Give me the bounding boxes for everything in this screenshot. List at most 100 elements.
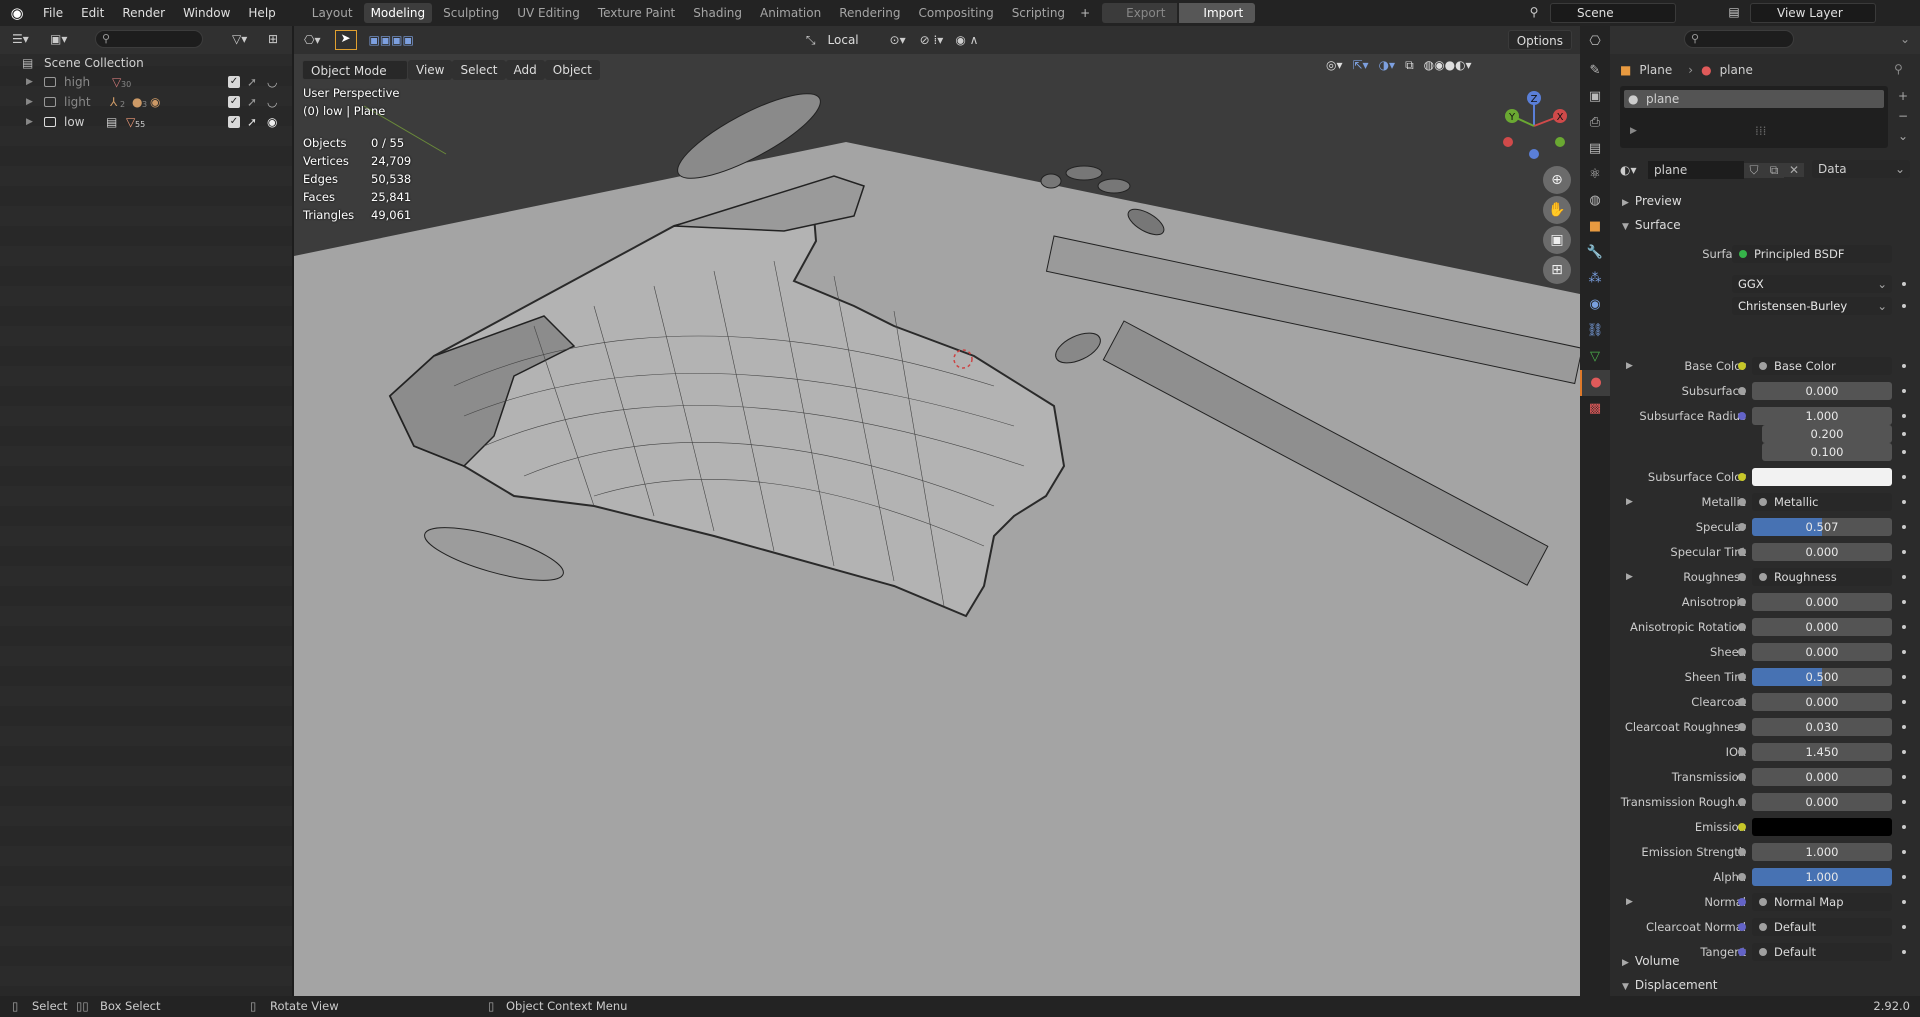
socket-dot-icon[interactable] [1738,498,1746,506]
menu-file[interactable]: File [34,0,72,26]
collection-row-low[interactable]: ▶ low ▤ ▽ 55 ✓ ➚ ◉ [0,112,292,132]
numeric-slider[interactable]: 1.000 [1752,868,1892,886]
socket-dot-icon[interactable] [1738,748,1746,756]
material-slot-list[interactable]: ● plane ▶ ⁞⁞⁞ [1620,86,1888,148]
socket-dot-icon[interactable] [1738,698,1746,706]
socket-dot-icon[interactable] [1738,573,1746,581]
tab-texture-paint[interactable]: Texture Paint [591,3,682,23]
socket-dot-icon[interactable] [1738,923,1746,931]
menu-help[interactable]: Help [239,0,284,26]
socket-dot-icon[interactable] [1738,598,1746,606]
outliner-search-input[interactable]: ⚲ [95,30,203,48]
numeric-slider[interactable]: 1.450 [1752,743,1892,761]
texture-tab-icon[interactable]: ▩ [1580,396,1610,422]
modifier-tab-icon[interactable]: 🔧 [1580,240,1610,266]
keyframe-dot[interactable] [1902,525,1906,529]
numeric-slider[interactable]: 0.000 [1752,618,1892,636]
socket-dot-icon[interactable] [1738,848,1746,856]
keyframe-dot[interactable] [1902,475,1906,479]
visibility-icon[interactable]: ◎▾ [1326,58,1343,73]
tab-sculpting[interactable]: Sculpting [436,3,506,23]
numeric-slider[interactable]: 0.000 [1752,693,1892,711]
transform-orientation-icon[interactable]: ⤡ [806,33,816,48]
menu-edit[interactable]: Edit [72,0,113,26]
socket-dot-icon[interactable] [1738,523,1746,531]
panel-surface[interactable]: ▼ Surface [1610,214,1920,236]
xray-icon[interactable]: ⧉ [1405,58,1414,73]
numeric-slider[interactable]: 0.200 [1762,425,1892,443]
socket-dot-icon[interactable] [1738,648,1746,656]
exclude-checkbox[interactable]: ✓ [228,76,240,88]
keyframe-dot[interactable] [1902,775,1906,779]
keyframe-dot[interactable] [1902,500,1906,504]
slot-menu-icon[interactable]: ⌄ [1894,126,1912,146]
tab-modeling[interactable]: Modeling [363,3,433,23]
scene-collection-row[interactable]: ▤ Scene Collection [0,54,292,72]
overlay-toggle-icon[interactable]: ◑▾ [1379,58,1396,73]
keyframe-dot[interactable] [1902,450,1906,454]
gizmo-toggle-icon[interactable]: ⇱▾ [1353,58,1369,73]
keyframe-dot[interactable] [1902,600,1906,604]
menu-window[interactable]: Window [174,0,239,26]
tab-compositing[interactable]: Compositing [911,3,1000,23]
exclude-checkbox[interactable]: ✓ [228,116,240,128]
keyframe-dot[interactable] [1902,282,1906,286]
view-layer-selector[interactable]: View Layer [1750,3,1876,23]
socket-dot-icon[interactable] [1738,548,1746,556]
add-slot-icon[interactable]: + [1894,86,1912,106]
keyframe-dot[interactable] [1902,432,1906,436]
numeric-slider[interactable]: 1.000 [1752,843,1892,861]
keyframe-dot[interactable] [1902,389,1906,393]
numeric-slider[interactable]: 0.000 [1752,593,1892,611]
socket-dot-icon[interactable] [1738,773,1746,781]
collection-row-high[interactable]: ▶ high ▽ 30 ✓ ➚ ◡ [0,72,292,92]
new-collection-icon[interactable]: ⊞ [268,32,278,46]
properties-search-input[interactable]: ⚲ [1684,30,1794,48]
pan-hand-icon[interactable]: ✋ [1543,196,1571,224]
expand-arrow-icon[interactable]: ▶ [26,92,33,112]
keyframe-dot[interactable] [1902,850,1906,854]
material-tab-icon[interactable]: ● [1580,370,1610,396]
3d-viewport[interactable]: ⎔▾ ➤ ▣▣▣▣ ⤡ Local ⊙▾ ⊘ ⁞▾ ◉ ∧ Options Ob… [294,26,1580,996]
tab-scripting[interactable]: Scripting [1005,3,1072,23]
hidden-eye-icon[interactable]: ◡ [267,72,277,92]
zoom-icon[interactable]: ⊕ [1543,166,1571,194]
numeric-slider[interactable]: 0.507 [1752,518,1892,536]
keyframe-dot[interactable] [1902,575,1906,579]
keyframe-dot[interactable] [1902,925,1906,929]
hidden-eye-icon[interactable]: ◡ [267,92,277,112]
color-swatch[interactable] [1752,818,1892,836]
linked-input-field[interactable]: Metallic [1752,493,1892,511]
numeric-slider[interactable]: 0.100 [1762,443,1892,461]
menu-select[interactable]: Select [452,60,506,80]
linked-input-field[interactable]: Normal Map [1752,893,1892,911]
selectable-icon[interactable]: ➚ [247,72,257,92]
fake-user-icon[interactable]: ⛉ [1744,162,1764,178]
view-layer-icon[interactable]: ▤ [1722,5,1746,21]
expand-arrow-icon[interactable]: ▶ [1626,892,1633,912]
scene-tab-icon[interactable]: ⚛ [1580,162,1610,188]
resize-handle-icon[interactable]: ⁞⁞⁞ [1755,124,1766,138]
panel-preview[interactable]: ▶ Preview [1610,190,1920,212]
shading-mode-icons[interactable]: ◍◉●◐▾ [1424,58,1472,73]
distribution-select[interactable]: GGX ⌄ [1732,275,1892,293]
keyframe-dot[interactable] [1902,900,1906,904]
selectable-icon[interactable]: ➚ [247,112,257,132]
keyframe-dot[interactable] [1902,364,1906,368]
socket-dot-icon[interactable] [1738,673,1746,681]
pivot-point-icon[interactable]: ⊙▾ [890,33,906,47]
menu-add[interactable]: Add [505,60,545,80]
menu-view[interactable]: View [408,60,453,80]
keyframe-dot[interactable] [1902,414,1906,418]
scene-selector[interactable]: Scene [1550,3,1676,23]
tab-shading[interactable]: Shading [686,3,749,23]
gizmo-neg-x[interactable] [1503,137,1513,147]
expand-arrow-icon[interactable]: ▶ [1630,126,1637,136]
menu-object[interactable]: Object [544,60,600,80]
output-tab-icon[interactable]: ⎙ [1580,110,1610,136]
expand-arrow-icon[interactable]: ▶ [1626,567,1633,587]
socket-dot-icon[interactable] [1738,798,1746,806]
mode-select[interactable]: Object Mode [302,60,408,80]
keyframe-dot[interactable] [1902,875,1906,879]
navigation-gizmo[interactable]: Z X Y [1494,88,1574,168]
